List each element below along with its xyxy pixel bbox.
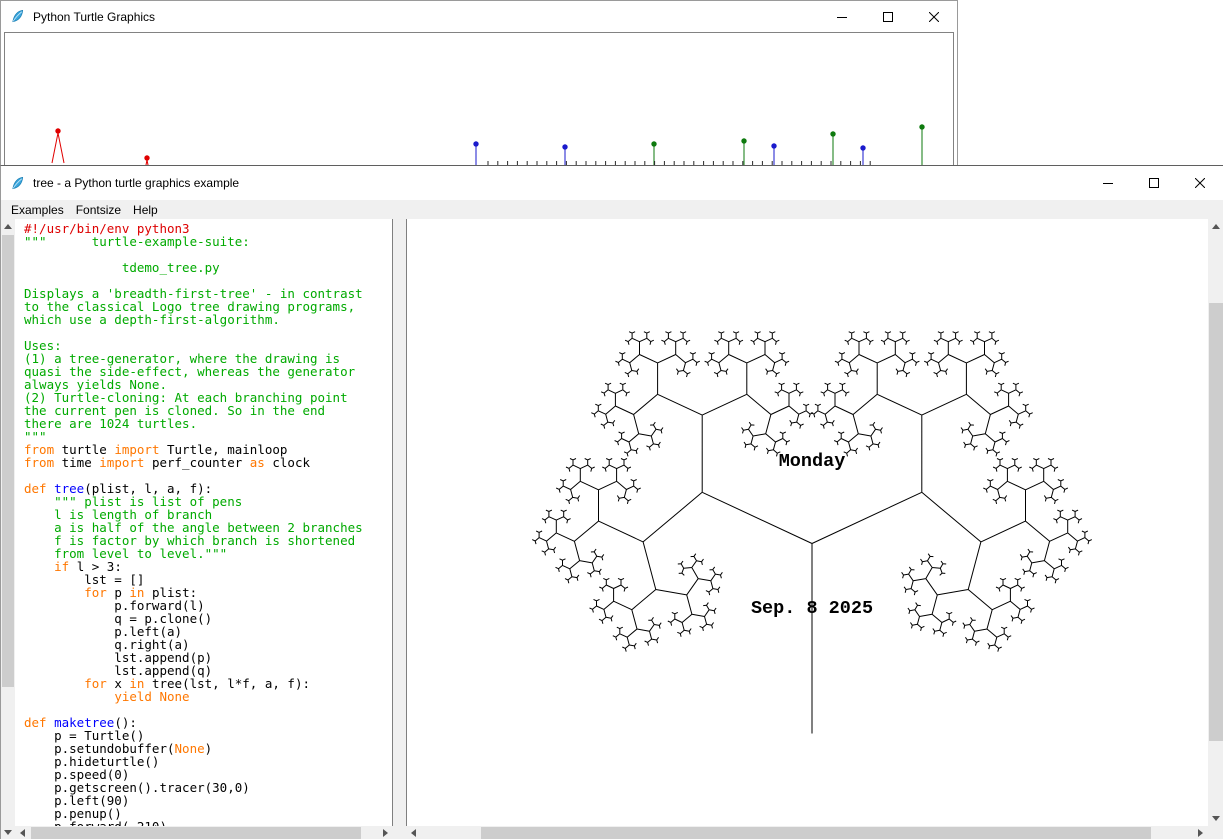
scroll-left-button[interactable] <box>406 826 421 839</box>
menu-examples[interactable]: Examples <box>5 203 70 217</box>
bg-close-button[interactable] <box>911 1 957 32</box>
tk-feather-icon <box>10 176 25 191</box>
bg-maximize-button[interactable] <box>865 1 911 32</box>
tree-demo-window: tree - a Python turtle graphics example … <box>0 165 1223 839</box>
code-vscroll-thumb[interactable] <box>2 235 14 687</box>
fg-minimize-button[interactable] <box>1085 166 1131 200</box>
scroll-down-button[interactable] <box>1 825 15 839</box>
fg-titlebar: tree - a Python turtle graphics example <box>1 166 1223 200</box>
fg-window-controls <box>1085 166 1223 200</box>
scroll-right-button[interactable] <box>1193 826 1208 839</box>
code-text[interactable]: #!/usr/bin/env python3""" turtle-example… <box>15 219 393 826</box>
canvas-vscroll-thumb[interactable] <box>1209 303 1223 741</box>
scroll-up-button[interactable] <box>1 219 15 234</box>
desktop: Python Turtle Graphics tree - a Python t… <box>0 0 1223 839</box>
code-hscroll-thumb[interactable] <box>31 827 361 839</box>
tree-canvas-drawing: Monday Sep. 8 2025 <box>407 219 1208 826</box>
canvas-hscrollbar[interactable] <box>406 826 1208 839</box>
fg-maximize-button[interactable] <box>1131 166 1177 200</box>
bg-canvas-drawing <box>5 33 954 168</box>
scroll-right-button[interactable] <box>378 826 393 839</box>
scroll-up-button[interactable] <box>1208 219 1223 234</box>
code-hscrollbar[interactable] <box>15 826 393 839</box>
turtle-canvas: Monday Sep. 8 2025 <box>406 219 1208 826</box>
menu-fontsize[interactable]: Fontsize <box>70 203 127 217</box>
scroll-left-button[interactable] <box>15 826 30 839</box>
tk-feather-icon <box>10 9 25 24</box>
bg-minimize-button[interactable] <box>819 1 865 32</box>
menu-help[interactable]: Help <box>127 203 164 217</box>
date-label: Sep. 8 2025 <box>751 598 873 619</box>
canvas-vscrollbar[interactable] <box>1208 219 1223 826</box>
code-vscrollbar[interactable] <box>1 219 15 839</box>
pane-divider <box>393 219 406 839</box>
scroll-down-button[interactable] <box>1208 811 1223 826</box>
bg-window-title: Python Turtle Graphics <box>33 10 155 24</box>
fg-close-button[interactable] <box>1177 166 1223 200</box>
scrollbar-corner <box>1208 826 1223 839</box>
bg-window-controls <box>819 1 957 32</box>
menubar: Examples Fontsize Help <box>1 200 1223 219</box>
fg-window-title: tree - a Python turtle graphics example <box>33 176 239 190</box>
day-label: Monday <box>779 451 846 472</box>
demo-content: #!/usr/bin/env python3""" turtle-example… <box>1 219 1223 839</box>
bg-titlebar: Python Turtle Graphics <box>1 1 957 32</box>
canvas-hscroll-thumb[interactable] <box>481 827 1151 839</box>
